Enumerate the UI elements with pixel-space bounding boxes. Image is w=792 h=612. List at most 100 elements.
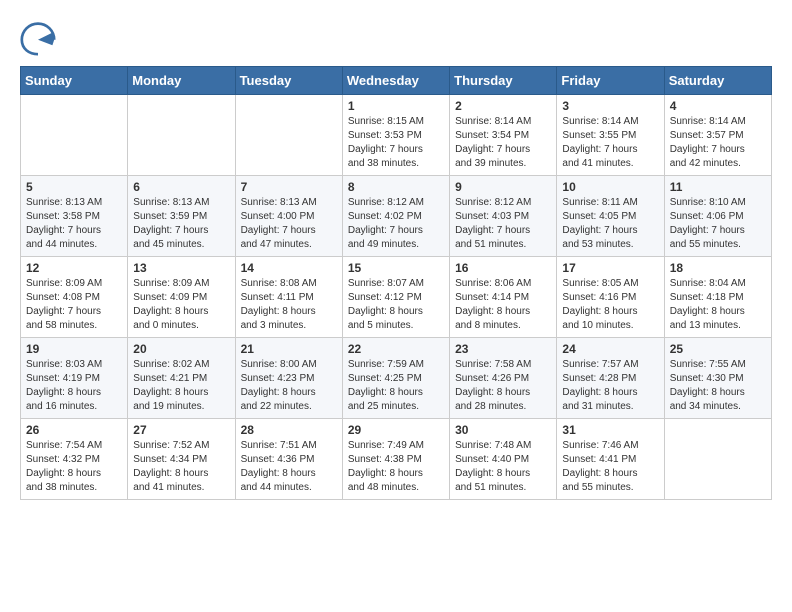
day-info: Sunrise: 8:13 AM Sunset: 4:00 PM Dayligh… [241,196,337,252]
calendar-cell: 31 Sunrise: 7:46 AM Sunset: 4:41 PM Dayli… [557,419,664,500]
calendar-cell: 22 Sunrise: 7:59 AM Sunset: 4:25 PM Dayli… [342,338,449,419]
day-info: Sunrise: 8:09 AM Sunset: 4:08 PM Dayligh… [26,277,122,333]
day-number: 3 [562,99,658,113]
calendar-cell: 13 Sunrise: 8:09 AM Sunset: 4:09 PM Dayli… [128,257,235,338]
calendar-cell: 30 Sunrise: 7:48 AM Sunset: 4:40 PM Dayli… [450,419,557,500]
weekday-header: Monday [128,67,235,95]
weekday-header: Sunday [21,67,128,95]
calendar-cell: 20 Sunrise: 8:02 AM Sunset: 4:21 PM Dayli… [128,338,235,419]
day-info: Sunrise: 7:48 AM Sunset: 4:40 PM Dayligh… [455,439,551,495]
calendar-cell: 27 Sunrise: 7:52 AM Sunset: 4:34 PM Dayli… [128,419,235,500]
day-info: Sunrise: 8:15 AM Sunset: 3:53 PM Dayligh… [348,115,444,171]
day-number: 6 [133,180,229,194]
day-number: 17 [562,261,658,275]
calendar-cell: 1 Sunrise: 8:15 AM Sunset: 3:53 PM Daylig… [342,95,449,176]
day-number: 18 [670,261,766,275]
day-number: 12 [26,261,122,275]
day-number: 29 [348,423,444,437]
day-number: 15 [348,261,444,275]
day-info: Sunrise: 8:13 AM Sunset: 3:58 PM Dayligh… [26,196,122,252]
calendar-cell [21,95,128,176]
calendar-cell: 24 Sunrise: 7:57 AM Sunset: 4:28 PM Dayli… [557,338,664,419]
calendar-cell: 4 Sunrise: 8:14 AM Sunset: 3:57 PM Daylig… [664,95,771,176]
calendar-cell: 18 Sunrise: 8:04 AM Sunset: 4:18 PM Dayli… [664,257,771,338]
day-number: 13 [133,261,229,275]
day-info: Sunrise: 8:04 AM Sunset: 4:18 PM Dayligh… [670,277,766,333]
calendar-week-row: 19 Sunrise: 8:03 AM Sunset: 4:19 PM Dayli… [21,338,772,419]
calendar-table: SundayMondayTuesdayWednesdayThursdayFrid… [20,66,772,500]
day-number: 19 [26,342,122,356]
day-info: Sunrise: 8:11 AM Sunset: 4:05 PM Dayligh… [562,196,658,252]
weekday-header-row: SundayMondayTuesdayWednesdayThursdayFrid… [21,67,772,95]
calendar-cell: 7Sunrise: 8:13 AM Sunset: 4:00 PM Daylig… [235,176,342,257]
day-info: Sunrise: 8:03 AM Sunset: 4:19 PM Dayligh… [26,358,122,414]
weekday-header: Wednesday [342,67,449,95]
calendar-cell: 16 Sunrise: 8:06 AM Sunset: 4:14 PM Dayli… [450,257,557,338]
day-number: 20 [133,342,229,356]
day-number: 22 [348,342,444,356]
day-info: Sunrise: 7:59 AM Sunset: 4:25 PM Dayligh… [348,358,444,414]
day-number: 2 [455,99,551,113]
day-info: Sunrise: 7:49 AM Sunset: 4:38 PM Dayligh… [348,439,444,495]
logo-icon [20,20,56,56]
calendar-cell: 9Sunrise: 8:12 AM Sunset: 4:03 PM Daylig… [450,176,557,257]
day-number: 9 [455,180,551,194]
day-info: Sunrise: 8:00 AM Sunset: 4:23 PM Dayligh… [241,358,337,414]
day-info: Sunrise: 7:52 AM Sunset: 4:34 PM Dayligh… [133,439,229,495]
calendar-cell: 21 Sunrise: 8:00 AM Sunset: 4:23 PM Dayli… [235,338,342,419]
calendar-cell: 5Sunrise: 8:13 AM Sunset: 3:58 PM Daylig… [21,176,128,257]
weekday-header: Tuesday [235,67,342,95]
day-number: 14 [241,261,337,275]
day-info: Sunrise: 7:58 AM Sunset: 4:26 PM Dayligh… [455,358,551,414]
weekday-header: Friday [557,67,664,95]
weekday-header: Thursday [450,67,557,95]
day-number: 16 [455,261,551,275]
calendar-cell: 2 Sunrise: 8:14 AM Sunset: 3:54 PM Daylig… [450,95,557,176]
calendar-cell: 14 Sunrise: 8:08 AM Sunset: 4:11 PM Dayli… [235,257,342,338]
day-info: Sunrise: 7:55 AM Sunset: 4:30 PM Dayligh… [670,358,766,414]
calendar-cell: 15 Sunrise: 8:07 AM Sunset: 4:12 PM Dayli… [342,257,449,338]
calendar-week-row: 5Sunrise: 8:13 AM Sunset: 3:58 PM Daylig… [21,176,772,257]
day-number: 8 [348,180,444,194]
day-info: Sunrise: 8:08 AM Sunset: 4:11 PM Dayligh… [241,277,337,333]
day-number: 1 [348,99,444,113]
day-number: 4 [670,99,766,113]
day-info: Sunrise: 7:57 AM Sunset: 4:28 PM Dayligh… [562,358,658,414]
weekday-header: Saturday [664,67,771,95]
calendar-cell: 29 Sunrise: 7:49 AM Sunset: 4:38 PM Dayli… [342,419,449,500]
day-info: Sunrise: 7:51 AM Sunset: 4:36 PM Dayligh… [241,439,337,495]
calendar-cell: 28Sunrise: 7:51 AM Sunset: 4:36 PM Dayli… [235,419,342,500]
day-info: Sunrise: 7:54 AM Sunset: 4:32 PM Dayligh… [26,439,122,495]
calendar-cell: 12 Sunrise: 8:09 AM Sunset: 4:08 PM Dayli… [21,257,128,338]
calendar-cell [235,95,342,176]
calendar-cell: 11 Sunrise: 8:10 AM Sunset: 4:06 PM Dayli… [664,176,771,257]
calendar-cell: 8Sunrise: 8:12 AM Sunset: 4:02 PM Daylig… [342,176,449,257]
calendar-cell: 23 Sunrise: 7:58 AM Sunset: 4:26 PM Dayli… [450,338,557,419]
day-info: Sunrise: 8:10 AM Sunset: 4:06 PM Dayligh… [670,196,766,252]
day-number: 26 [26,423,122,437]
day-info: Sunrise: 8:07 AM Sunset: 4:12 PM Dayligh… [348,277,444,333]
day-number: 27 [133,423,229,437]
day-info: Sunrise: 8:02 AM Sunset: 4:21 PM Dayligh… [133,358,229,414]
calendar-week-row: 1 Sunrise: 8:15 AM Sunset: 3:53 PM Daylig… [21,95,772,176]
day-info: Sunrise: 8:05 AM Sunset: 4:16 PM Dayligh… [562,277,658,333]
day-info: Sunrise: 7:46 AM Sunset: 4:41 PM Dayligh… [562,439,658,495]
day-info: Sunrise: 8:09 AM Sunset: 4:09 PM Dayligh… [133,277,229,333]
day-number: 24 [562,342,658,356]
calendar-cell: 26 Sunrise: 7:54 AM Sunset: 4:32 PM Dayli… [21,419,128,500]
day-number: 25 [670,342,766,356]
day-number: 11 [670,180,766,194]
logo [20,20,60,56]
calendar-cell: 10 Sunrise: 8:11 AM Sunset: 4:05 PM Dayli… [557,176,664,257]
calendar-cell [128,95,235,176]
day-info: Sunrise: 8:06 AM Sunset: 4:14 PM Dayligh… [455,277,551,333]
calendar-cell: 19 Sunrise: 8:03 AM Sunset: 4:19 PM Dayli… [21,338,128,419]
day-number: 21 [241,342,337,356]
day-number: 31 [562,423,658,437]
day-number: 10 [562,180,658,194]
day-info: Sunrise: 8:14 AM Sunset: 3:54 PM Dayligh… [455,115,551,171]
calendar-cell: 25 Sunrise: 7:55 AM Sunset: 4:30 PM Dayli… [664,338,771,419]
day-info: Sunrise: 8:14 AM Sunset: 3:57 PM Dayligh… [670,115,766,171]
day-number: 23 [455,342,551,356]
day-number: 30 [455,423,551,437]
